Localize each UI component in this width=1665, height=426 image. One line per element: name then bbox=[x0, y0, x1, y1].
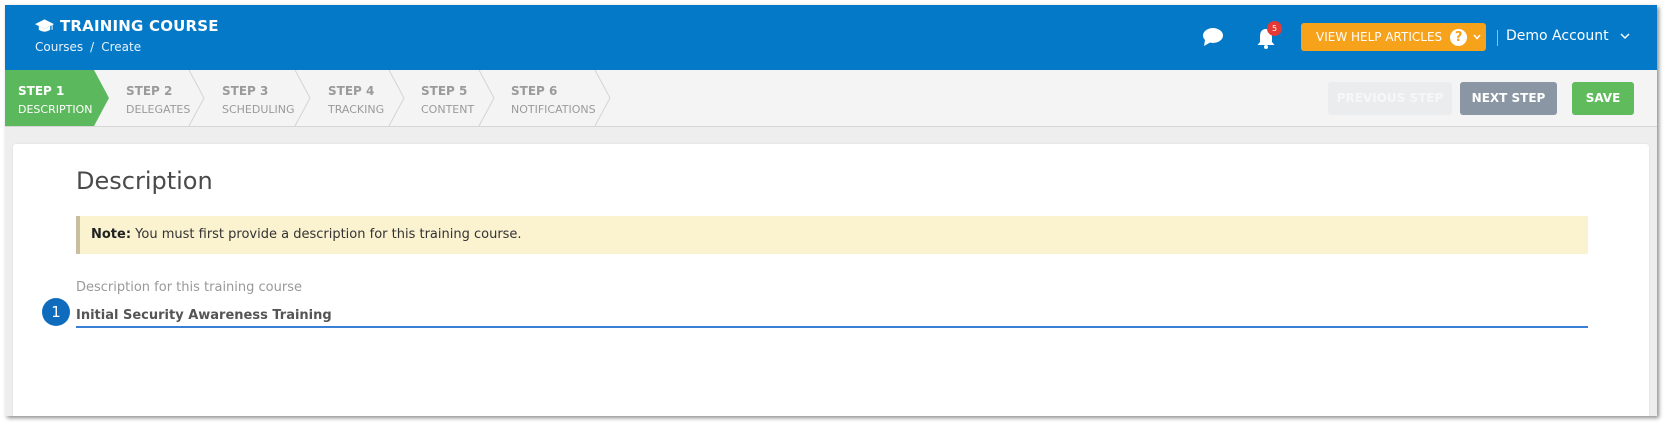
breadcrumb-courses[interactable]: Courses bbox=[35, 40, 83, 54]
next-step-button[interactable]: NEXT STEP bbox=[1460, 82, 1557, 115]
step-label: DELEGATES bbox=[126, 103, 191, 116]
question-icon: ? bbox=[1450, 28, 1468, 46]
description-card: Description Note: You must first provide… bbox=[13, 144, 1649, 416]
step-label: CONTENT bbox=[421, 103, 475, 116]
description-field-label: Description for this training course bbox=[76, 280, 302, 295]
help-button-label: VIEW HELP ARTICLES bbox=[1316, 30, 1443, 44]
chevron-down-icon[interactable] bbox=[1619, 31, 1631, 41]
step-label: DESCRIPTION bbox=[18, 103, 93, 116]
callout-marker: 1 bbox=[42, 298, 70, 326]
step-number: STEP 4 bbox=[328, 84, 375, 98]
step-number: STEP 6 bbox=[511, 84, 558, 98]
section-title: Description bbox=[76, 167, 213, 195]
step-number: STEP 5 bbox=[421, 84, 468, 98]
breadcrumb-separator: / bbox=[90, 40, 95, 54]
save-button[interactable]: SAVE bbox=[1572, 82, 1634, 115]
description-input[interactable] bbox=[76, 304, 1588, 328]
app-title-text: TRAINING COURSE bbox=[60, 17, 219, 35]
header-divider bbox=[1497, 30, 1498, 46]
breadcrumb-create: Create bbox=[101, 40, 142, 54]
app-window: TRAINING COURSE Courses / Create 5 VIEW HE… bbox=[5, 5, 1657, 416]
note-label: Note: bbox=[91, 227, 132, 242]
step-label: TRACKING bbox=[328, 103, 385, 116]
step-number: STEP 1 bbox=[18, 84, 65, 98]
chevron-down-icon bbox=[1473, 34, 1481, 40]
wizard-steps-bar: STEP 1 DESCRIPTION STEP 2 DELEGATES STEP… bbox=[5, 70, 1657, 127]
step-number: STEP 2 bbox=[126, 84, 173, 98]
step-number: STEP 3 bbox=[222, 84, 269, 98]
view-help-articles-button[interactable]: VIEW HELP ARTICLES ? bbox=[1301, 23, 1486, 51]
previous-step-button[interactable]: PREVIOUS STEP bbox=[1328, 82, 1452, 115]
breadcrumb: Courses / Create bbox=[35, 40, 141, 54]
step-arrows-graphic bbox=[5, 70, 611, 126]
top-header: TRAINING COURSE Courses / Create 5 VIEW HE… bbox=[5, 5, 1657, 70]
notification-badge: 5 bbox=[1267, 21, 1282, 36]
app-title: TRAINING COURSE bbox=[35, 17, 219, 35]
chat-icon[interactable] bbox=[1202, 27, 1224, 47]
note-alert: Note: You must first provide a descripti… bbox=[76, 216, 1588, 254]
graduation-cap-icon bbox=[35, 19, 54, 32]
step-label: SCHEDULING bbox=[222, 103, 295, 116]
step-label: NOTIFICATIONS bbox=[511, 103, 596, 116]
account-menu[interactable]: Demo Account bbox=[1506, 28, 1609, 44]
note-text: You must first provide a description for… bbox=[131, 227, 522, 242]
